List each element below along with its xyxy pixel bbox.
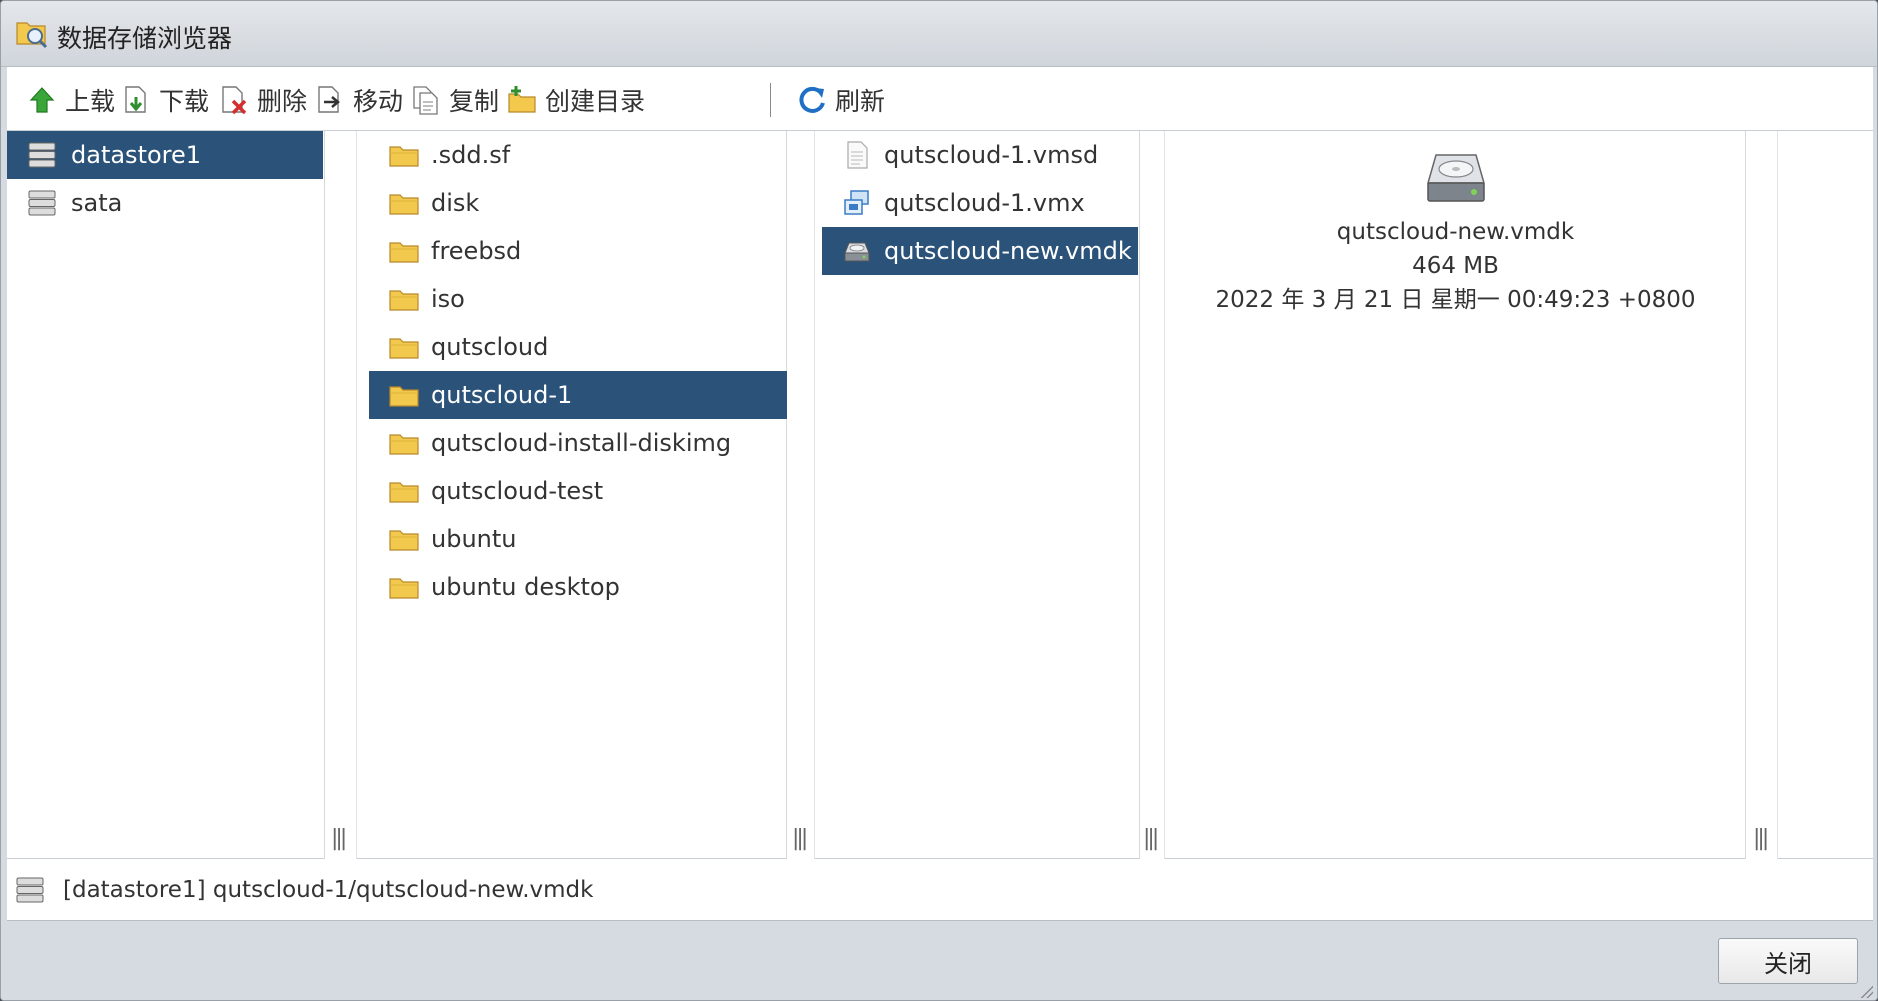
folder-name: qutscloud-1: [431, 381, 573, 409]
download-label: 下载: [159, 87, 210, 116]
upload-button[interactable]: 上载: [27, 83, 115, 117]
upload-icon: [29, 87, 55, 113]
file-item[interactable]: qutscloud-1.vmx: [822, 179, 1138, 227]
path-bar: [datastore1] qutscloud-1/qutscloud-new.v…: [7, 859, 1873, 921]
folder-icon: [389, 482, 419, 503]
delete-button[interactable]: 删除: [219, 83, 307, 117]
folder-name: disk: [431, 189, 480, 217]
folder-icon: [389, 434, 419, 455]
pane-splitter[interactable]: |||: [1140, 131, 1165, 859]
folder-icon: [389, 386, 419, 407]
folder-name: qutscloud-test: [431, 477, 604, 505]
move-label: 移动: [353, 87, 404, 116]
close-button[interactable]: 关闭: [1718, 938, 1858, 984]
refresh-icon: [799, 86, 825, 113]
detail-file-name: qutscloud-new.vmdk: [1336, 219, 1575, 245]
folder-item[interactable]: qutscloud-install-diskimg: [369, 419, 787, 467]
delete-label: 删除: [257, 87, 308, 116]
datastore-browser-dialog: 数据存储浏览器 上载 下载 删除 移动 复制 创建目录 刷新 datastore…: [0, 0, 1878, 1001]
new-folder-icon: [508, 86, 536, 113]
vm-config-icon: [844, 190, 869, 215]
folder-item[interactable]: ubuntu: [369, 515, 787, 563]
splitter-grip-icon: |||: [792, 826, 808, 851]
dialog-footer: 关闭: [1, 922, 1877, 1000]
download-icon: [125, 86, 146, 113]
folder-icon: [389, 194, 419, 215]
pane-splitter[interactable]: |||: [1746, 131, 1778, 859]
window-title: 数据存储浏览器: [57, 24, 233, 53]
current-path: [datastore1] qutscloud-1/qutscloud-new.v…: [63, 876, 594, 903]
file-name: qutscloud-new.vmdk: [884, 237, 1132, 265]
pane-splitter[interactable]: |||: [787, 131, 815, 859]
folder-name: iso: [431, 285, 465, 313]
folder-icon: [389, 578, 419, 599]
pane-splitter[interactable]: |||: [325, 131, 357, 859]
refresh-label: 刷新: [835, 87, 886, 116]
title-bar[interactable]: 数据存储浏览器: [1, 1, 1877, 67]
folder-item[interactable]: qutscloud: [369, 323, 787, 371]
folder-icon: [389, 290, 419, 311]
resize-grip-icon[interactable]: [1859, 984, 1873, 998]
delete-icon: [222, 86, 247, 115]
folder-name: freebsd: [431, 237, 522, 265]
folder-item[interactable]: .sdd.sf: [369, 131, 787, 179]
upload-label: 上载: [65, 87, 116, 116]
file-list: qutscloud-1.vmsd qutscloud-1.vmx qutsclo…: [815, 131, 1140, 859]
folder-icon: [389, 530, 419, 551]
file-name: qutscloud-1.vmsd: [884, 141, 1099, 169]
datastore-icon: [16, 877, 44, 902]
folder-item[interactable]: qutscloud-1: [369, 371, 787, 419]
folder-icon: [389, 146, 419, 167]
folder-icon: [389, 338, 419, 359]
folder-item[interactable]: ubuntu desktop: [369, 563, 787, 611]
toolbar: 上载 下载 删除 移动 复制 创建目录 刷新: [7, 67, 1873, 131]
folder-name: ubuntu: [431, 525, 517, 553]
folder-item[interactable]: disk: [369, 179, 787, 227]
file-details: qutscloud-new.vmdk 464 MB 2022 年 3 月 21 …: [1165, 131, 1746, 859]
folder-name: .sdd.sf: [431, 141, 511, 169]
datastore-name: sata: [71, 189, 123, 217]
folder-item[interactable]: qutscloud-test: [369, 467, 787, 515]
toolbar-separator: [770, 83, 771, 117]
disk-icon: [844, 242, 870, 262]
splitter-grip-icon: |||: [1143, 826, 1159, 851]
splitter-grip-icon: |||: [1753, 826, 1769, 851]
splitter-grip-icon: |||: [331, 826, 347, 851]
disk-icon: [1426, 154, 1485, 202]
copy-button[interactable]: 复制: [411, 83, 499, 117]
folder-item[interactable]: iso: [369, 275, 787, 323]
detail-modified-date: 2022 年 3 月 21 日 星期一 00:49:23 +0800: [1215, 287, 1696, 313]
document-icon: [847, 141, 868, 169]
file-name: qutscloud-1.vmx: [884, 189, 1085, 217]
refresh-button[interactable]: 刷新: [797, 83, 885, 117]
folder-list: .sdd.sf disk freebsd iso qutscloud qutsc…: [357, 131, 787, 859]
datastore-item[interactable]: datastore1: [7, 131, 323, 179]
file-detail-card: qutscloud-new.vmdk 464 MB 2022 年 3 月 21 …: [1165, 149, 1746, 317]
datastore-icon: [28, 142, 56, 168]
copy-icon: [413, 86, 438, 115]
copy-label: 复制: [449, 87, 500, 116]
create-directory-button[interactable]: 创建目录: [507, 83, 645, 117]
datastore-item[interactable]: sata: [7, 179, 323, 227]
datastore-name: datastore1: [71, 141, 202, 169]
folder-item[interactable]: freebsd: [369, 227, 787, 275]
create-directory-label: 创建目录: [545, 87, 646, 116]
browser-panes: datastore1 sata ||| .sdd.sf disk freebsd…: [7, 131, 1873, 859]
folder-name: qutscloud: [431, 333, 549, 361]
file-item[interactable]: qutscloud-new.vmdk: [822, 227, 1138, 275]
folder-name: ubuntu desktop: [431, 573, 620, 601]
move-button[interactable]: 移动: [315, 83, 403, 117]
datastore-list: datastore1 sata: [7, 131, 325, 859]
datastore-icon: [28, 190, 56, 216]
download-button[interactable]: 下载: [121, 83, 209, 117]
folder-icon: [389, 242, 419, 263]
datastore-browser-icon: [16, 22, 48, 49]
file-item[interactable]: qutscloud-1.vmsd: [822, 131, 1138, 179]
folder-name: qutscloud-install-diskimg: [431, 429, 732, 457]
move-icon: [318, 86, 340, 113]
detail-file-size: 464 MB: [1412, 253, 1499, 279]
